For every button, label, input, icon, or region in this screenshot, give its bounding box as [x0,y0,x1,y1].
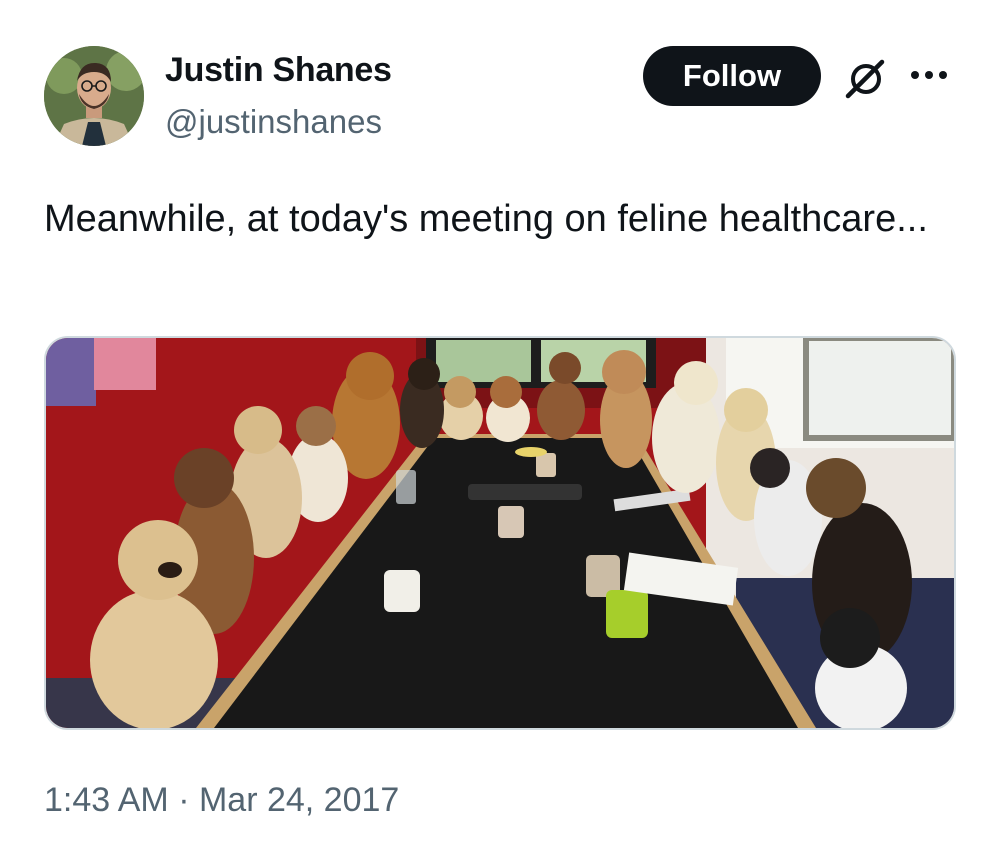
more-dots-icon[interactable] [905,60,953,90]
meeting-dogs-photo [46,338,954,728]
tweet-media-photo[interactable] [44,336,956,730]
author-handle[interactable]: @justinshanes [165,102,392,142]
tweet-timestamp[interactable]: 1:43 AM · Mar 24, 2017 [44,780,399,820]
grok-slash-icon[interactable] [842,54,890,102]
avatar-image [44,46,144,146]
follow-button[interactable]: Follow [643,46,821,106]
tweet-text: Meanwhile, at today's meeting on feline … [44,198,928,240]
author-display-name[interactable]: Justin Shanes [165,50,392,90]
author-avatar[interactable] [44,46,144,146]
author-info: Justin Shanes @justinshanes [165,50,392,142]
